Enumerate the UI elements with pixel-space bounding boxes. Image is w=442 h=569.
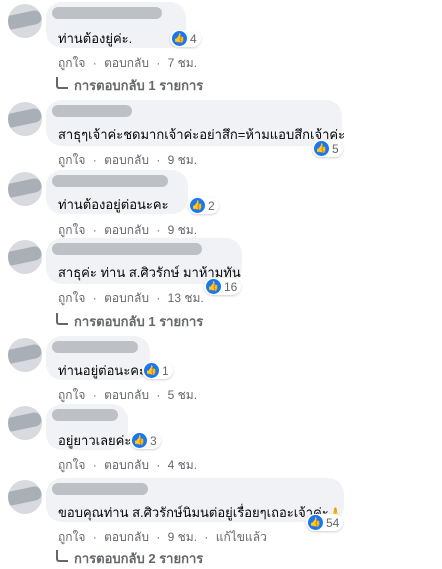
author-name[interactable] — [52, 341, 138, 353]
reaction-count[interactable]: 👍 2 — [188, 197, 219, 214]
comment-text: ขอบคุณท่าน ส.ศิวรักษ์นิมนต่อยู่เรื่อยๆเถ… — [58, 502, 342, 523]
timestamp[interactable]: 4 ชม. — [168, 458, 197, 472]
like-button[interactable]: ถูกใจ — [58, 458, 85, 472]
reply-button[interactable]: ตอบกลับ — [104, 56, 149, 70]
comment-bubble: ท่านอยู่ต่อนะคะ — [46, 336, 150, 380]
like-button[interactable]: ถูกใจ — [58, 223, 85, 237]
avatar[interactable] — [8, 102, 42, 136]
reaction-count[interactable]: 👍 4 — [170, 30, 201, 47]
comment-actions: ถูกใจ · ตอบกลับ · 7 ชม. — [58, 56, 198, 70]
timestamp[interactable]: 5 ชม. — [168, 388, 197, 402]
timestamp[interactable]: 9 ชม. — [168, 530, 197, 544]
like-icon: 👍 — [190, 198, 205, 213]
comment-text: ท่านต้องยู่ค่ะ. — [58, 31, 133, 46]
comment-bubble: ขอบคุณท่าน ส.ศิวรักษ์นิมนต่อยู่เรื่อยๆเถ… — [46, 478, 344, 522]
reply-arrow-icon — [56, 76, 68, 89]
like-icon: 👍 — [172, 31, 187, 46]
timestamp[interactable]: 9 ชม. — [168, 153, 197, 167]
timestamp[interactable]: 13 ชม. — [168, 291, 204, 305]
reply-arrow-icon — [56, 312, 68, 325]
avatar[interactable] — [8, 338, 42, 372]
timestamp[interactable]: 9 ชม. — [168, 223, 197, 237]
comment-bubble: อยู่ยาวเลยค่ะ — [46, 404, 132, 450]
author-name[interactable] — [52, 105, 132, 117]
author-name[interactable] — [52, 409, 118, 421]
comment-actions: ถูกใจ · ตอบกลับ · 9 ชม. — [58, 153, 198, 167]
reaction-count[interactable]: 👍 3 — [130, 432, 161, 449]
reply-button[interactable]: ตอบกลับ — [104, 458, 149, 472]
comment-actions: ถูกใจ · ตอบกลับ · 13 ชม. — [58, 291, 204, 305]
avatar[interactable] — [8, 4, 42, 38]
avatar[interactable] — [8, 480, 42, 514]
reaction-count[interactable]: 👍 54 — [306, 514, 344, 531]
author-name[interactable] — [52, 243, 202, 255]
edited-label[interactable]: แก้ไขแล้ว — [216, 530, 267, 544]
like-icon: 👍 — [132, 433, 147, 448]
reaction-count[interactable]: 👍 5 — [312, 140, 343, 157]
comment-bubble: ท่านต้องยู่ค่ะ. — [46, 2, 186, 48]
reaction-count[interactable]: 👍 16 — [204, 278, 242, 295]
reply-arrow-icon — [56, 549, 68, 562]
timestamp[interactable]: 7 ชม. — [168, 56, 197, 70]
reply-button[interactable]: ตอบกลับ — [104, 291, 149, 305]
like-button[interactable]: ถูกใจ — [58, 291, 85, 305]
comment-text: ท่านต้องอยู่ต่อนะคะ — [58, 197, 169, 212]
comment-text: ท่านอยู่ต่อนะคะ — [58, 363, 146, 378]
comment-text: สาธุๆเจ้าค่ะชดมากเจ้าค่ะอย่าสึก=ห้ามแอบส… — [58, 127, 346, 142]
author-name[interactable] — [52, 483, 148, 495]
comment-actions: ถูกใจ · ตอบกลับ · 4 ชม. — [58, 458, 198, 472]
like-icon: 👍 — [308, 515, 323, 530]
comment-bubble: ท่านต้องอยู่ต่อนะคะ — [46, 170, 188, 214]
reply-button[interactable]: ตอบกลับ — [104, 530, 149, 544]
avatar[interactable] — [8, 406, 42, 440]
like-icon: 👍 — [314, 141, 329, 156]
like-button[interactable]: ถูกใจ — [58, 153, 85, 167]
author-name[interactable] — [52, 7, 162, 19]
reaction-count[interactable]: 👍 1 — [142, 362, 173, 379]
reply-button[interactable]: ตอบกลับ — [104, 153, 149, 167]
avatar[interactable] — [8, 172, 42, 206]
view-replies-link[interactable]: การตอบกลับ 1 รายการ — [56, 75, 203, 96]
like-button[interactable]: ถูกใจ — [58, 56, 85, 70]
like-icon: 👍 — [206, 279, 221, 294]
reply-button[interactable]: ตอบกลับ — [104, 223, 149, 237]
avatar[interactable] — [8, 240, 42, 274]
author-name[interactable] — [52, 175, 168, 187]
like-icon: 👍 — [144, 363, 159, 378]
comment-bubble: สาธุๆเจ้าค่ะชดมากเจ้าค่ะอย่าสึก=ห้ามแอบส… — [46, 100, 346, 146]
reply-button[interactable]: ตอบกลับ — [104, 388, 149, 402]
view-replies-link[interactable]: การตอบกลับ 1 รายการ — [56, 311, 203, 332]
comment-actions: ถูกใจ · ตอบกลับ · 5 ชม. — [58, 388, 198, 402]
comment-actions: ถูกใจ · ตอบกลับ · 9 ชม. · แก้ไขแล้ว — [58, 530, 267, 544]
comment-text: อยู่ยาวเลยค่ะ — [58, 433, 132, 448]
like-button[interactable]: ถูกใจ — [58, 388, 85, 402]
like-button[interactable]: ถูกใจ — [58, 530, 85, 544]
